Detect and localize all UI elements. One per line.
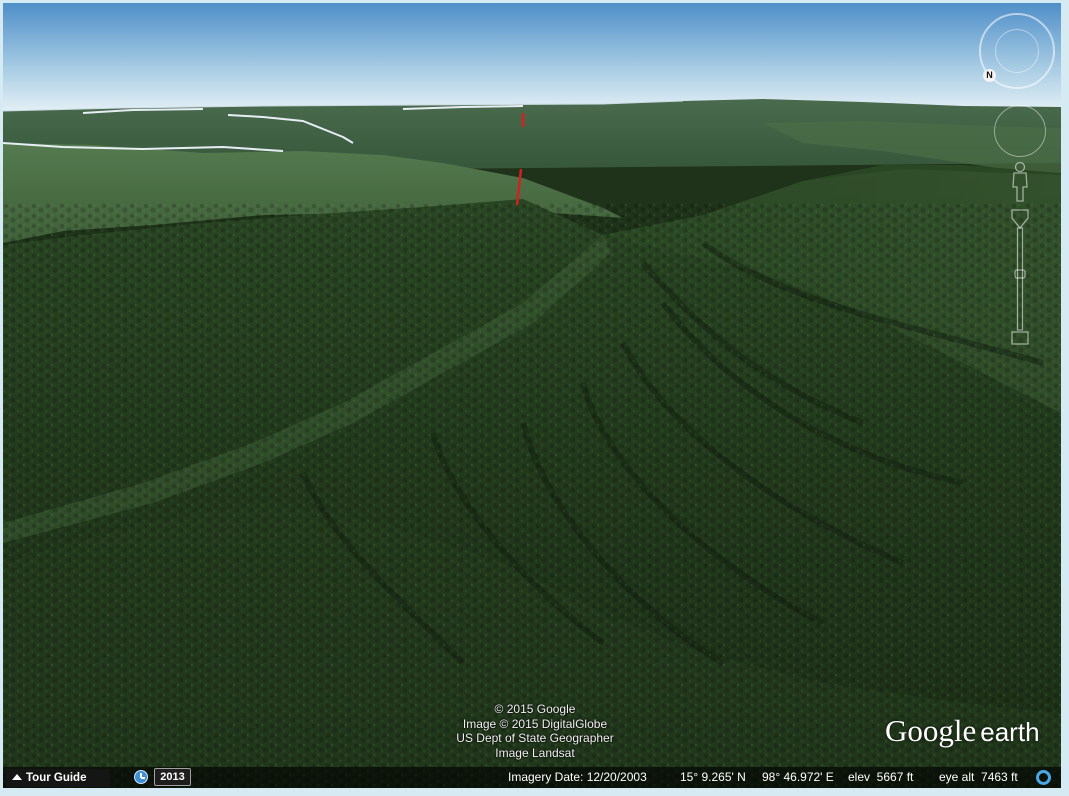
logo-word-google: Google (885, 713, 977, 748)
attribution-line: Image Landsat (495, 745, 575, 760)
north-marker-icon[interactable]: N (983, 69, 996, 82)
attribution-line: US Dept of State Geographer (456, 731, 614, 745)
canopy-texture (3, 203, 1061, 788)
terrain-view[interactable] (3, 3, 1061, 788)
move-ring-icon[interactable] (994, 105, 1046, 157)
zoom-slider-icon[interactable] (1007, 206, 1033, 354)
attribution-line: Image © 2015 DigitalGlobe (462, 716, 608, 731)
logo-word-earth: earth (980, 717, 1040, 747)
triangle-up-icon (12, 774, 22, 780)
eye-altitude-readout: eye alt 7463 ft (939, 770, 1018, 784)
latitude-readout: 15° 9.265' N (680, 770, 746, 784)
app-window-frame: N © 2015 Google Image © 2015 DigitalGlob… (0, 0, 1069, 796)
longitude-readout: 98° 46.972' E (762, 770, 834, 784)
historical-imagery-year-button[interactable]: 2013 (154, 768, 191, 786)
imagery-date: Imagery Date: 12/20/2003 (508, 770, 647, 784)
attribution-line: © 2015 Google (494, 702, 576, 716)
streaming-indicator-icon (1036, 770, 1051, 785)
history-clock-icon[interactable] (134, 770, 148, 784)
tour-guide-button[interactable]: Tour Guide (6, 769, 110, 787)
earth-viewport[interactable]: N © 2015 Google Image © 2015 DigitalGlob… (3, 3, 1061, 788)
street-view-figure-icon[interactable] (1010, 161, 1030, 203)
status-bar: Tour Guide 2013 Imagery Date: 12/20/2003… (3, 767, 1061, 788)
google-earth-logo: Google earth (885, 713, 1040, 749)
tour-guide-label: Tour Guide (26, 772, 87, 784)
sky (3, 3, 1061, 113)
look-inner-ring[interactable] (995, 29, 1039, 73)
elevation-readout: elev 5667 ft (848, 770, 914, 784)
imagery-attribution: © 2015 Google Image © 2015 DigitalGlobe … (435, 702, 635, 760)
